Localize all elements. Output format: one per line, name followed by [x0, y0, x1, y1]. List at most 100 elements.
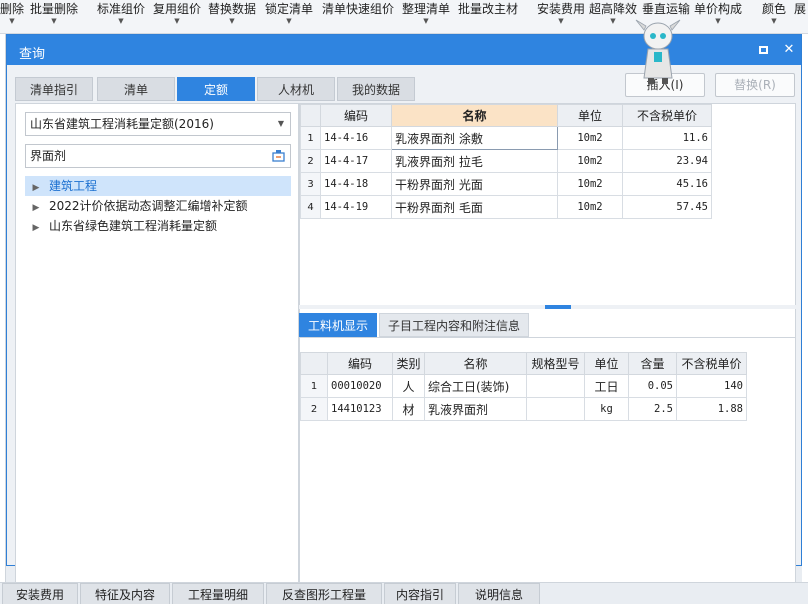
tab-content-guide[interactable]: 内容指引: [384, 583, 456, 604]
tab-list[interactable]: 清单: [97, 77, 175, 101]
tab-labor-material-display[interactable]: 工料机显示: [299, 313, 377, 337]
chevron-down-icon: ▼: [9, 17, 15, 25]
tab-labor-material-machine[interactable]: 人材机: [257, 77, 335, 101]
quota-price[interactable]: 57.45: [622, 195, 712, 219]
maximize-icon[interactable]: [759, 46, 768, 54]
ribbon-organize-list-button[interactable]: 整理清单 ▼: [402, 0, 450, 25]
quota-price[interactable]: 11.6: [622, 126, 712, 150]
chevron-down-icon: ▼: [118, 17, 124, 25]
chevron-right-icon[interactable]: ▶: [29, 218, 43, 238]
column-header[interactable]: 编码: [320, 104, 392, 127]
query-dialog: 查询 ✕ 清单指引 清单 定额 人材机 我的数据 插入(I) 替换(R) 山东省…: [6, 34, 802, 593]
tab-work-content-notes[interactable]: 子目工程内容和附注信息: [379, 313, 529, 337]
column-header[interactable]: 不含税单价: [676, 352, 747, 375]
tree-item-green-building[interactable]: ▶ 山东省绿色建筑工程消耗量定额: [25, 216, 291, 236]
material-price[interactable]: 1.88: [676, 397, 747, 421]
quota-name[interactable]: 干粉界面剂 光面: [391, 172, 558, 196]
quota-unit[interactable]: 10m2: [557, 195, 623, 219]
quota-name[interactable]: 干粉界面剂 毛面: [391, 195, 558, 219]
ribbon-install-fee-button[interactable]: 安装费用 ▼: [537, 0, 585, 25]
column-header[interactable]: 规格型号: [526, 352, 585, 375]
tab-features-content[interactable]: 特征及内容: [80, 583, 170, 604]
row-index: 1: [300, 126, 321, 150]
column-header: [300, 352, 328, 375]
tab-install-fee[interactable]: 安装费用: [2, 583, 78, 604]
column-header[interactable]: 编码: [327, 352, 393, 375]
material-code[interactable]: 14410123: [327, 397, 393, 421]
chevron-down-icon: ▼: [277, 119, 284, 128]
table-row[interactable]: 2 14-4-17 乳液界面剂 拉毛 10m2 23.94: [300, 149, 712, 173]
quota-unit[interactable]: 10m2: [557, 172, 623, 196]
splitter-handle[interactable]: [545, 305, 571, 309]
labor-material-grid: 编码 类别 名称 规格型号 单位 含量 不含税单价 1 00010020 人 综…: [299, 337, 796, 589]
table-row[interactable]: 2 14410123 材 乳液界面剂 kg 2.5 1.88: [300, 397, 747, 421]
ribbon-delete-button[interactable]: 删除 ▼: [0, 0, 24, 25]
ribbon-expand-button[interactable]: 展: [794, 0, 806, 17]
chevron-down-icon: ▼: [423, 17, 429, 25]
quota-code[interactable]: 14-4-19: [320, 195, 392, 219]
ribbon-high-efficiency-button[interactable]: 超高降效 ▼: [589, 0, 637, 25]
panel-splitter[interactable]: [299, 305, 796, 309]
column-header[interactable]: 单位: [557, 104, 623, 127]
ribbon-replace-data-button[interactable]: 替换数据 ▼: [208, 0, 256, 25]
ribbon-standard-pricing-button[interactable]: 标准组价 ▼: [97, 0, 145, 25]
quota-price[interactable]: 23.94: [622, 149, 712, 173]
ribbon-batch-material-button[interactable]: 批量改主材: [458, 0, 518, 17]
search-icon[interactable]: [272, 149, 285, 162]
chevron-down-icon: ▼: [286, 17, 292, 25]
quota-unit[interactable]: 10m2: [557, 149, 623, 173]
ribbon-lock-list-button[interactable]: 锁定清单 ▼: [265, 0, 313, 25]
table-row[interactable]: 1 00010020 人 综合工日(装饰) 工日 0.05 140: [300, 374, 747, 398]
material-quantity[interactable]: 2.5: [628, 397, 677, 421]
column-header[interactable]: 名称: [391, 104, 558, 127]
close-icon[interactable]: ✕: [781, 42, 797, 58]
ribbon-quick-pricing-button[interactable]: 清单快速组价: [322, 0, 394, 17]
tab-reverse-graphic-quantity[interactable]: 反查图形工程量: [266, 583, 382, 604]
material-unit[interactable]: kg: [584, 397, 629, 421]
assistant-mascot-icon[interactable]: [628, 16, 688, 86]
replace-button[interactable]: 替换(R): [715, 73, 795, 97]
quota-unit[interactable]: 10m2: [557, 126, 623, 150]
material-type[interactable]: 人: [392, 374, 425, 398]
material-spec[interactable]: [526, 397, 585, 421]
tab-list-guide[interactable]: 清单指引: [15, 77, 93, 101]
tab-my-data[interactable]: 我的数据: [337, 77, 415, 101]
material-code[interactable]: 00010020: [327, 374, 393, 398]
table-row[interactable]: 3 14-4-18 干粉界面剂 光面 10m2 45.16: [300, 172, 712, 196]
ribbon-vertical-transport-button[interactable]: 垂直运输: [642, 0, 690, 17]
column-header[interactable]: 名称: [424, 352, 527, 375]
quota-code[interactable]: 14-4-18: [320, 172, 392, 196]
column-header[interactable]: 不含税单价: [622, 104, 712, 127]
column-header[interactable]: 单位: [584, 352, 629, 375]
search-input[interactable]: 界面剂: [25, 144, 291, 168]
material-price[interactable]: 140: [676, 374, 747, 398]
quota-name[interactable]: 乳液界面剂 涂敷: [391, 126, 558, 150]
ribbon-unit-price-button[interactable]: 单价构成 ▼: [694, 0, 742, 25]
ribbon-reuse-pricing-button[interactable]: 复用组价 ▼: [153, 0, 201, 25]
column-header[interactable]: 含量: [628, 352, 677, 375]
quota-name[interactable]: 乳液界面剂 拉毛: [391, 149, 558, 173]
chevron-right-icon[interactable]: ▶: [29, 178, 43, 198]
tab-description-info[interactable]: 说明信息: [458, 583, 540, 604]
quota-code[interactable]: 14-4-17: [320, 149, 392, 173]
material-spec[interactable]: [526, 374, 585, 398]
tab-quota[interactable]: 定额: [177, 77, 255, 101]
column-header[interactable]: 类别: [392, 352, 425, 375]
ribbon-batch-delete-button[interactable]: 批量删除 ▼: [30, 0, 78, 25]
material-unit[interactable]: 工日: [584, 374, 629, 398]
chevron-right-icon[interactable]: ▶: [29, 198, 43, 218]
tree-item-building[interactable]: ▶ 建筑工程: [25, 176, 291, 196]
ribbon-color-button[interactable]: 颜色 ▼: [762, 0, 786, 25]
material-name[interactable]: 综合工日(装饰): [424, 374, 527, 398]
material-name[interactable]: 乳液界面剂: [424, 397, 527, 421]
tab-quantity-details[interactable]: 工程量明细: [172, 583, 264, 604]
quota-library-select[interactable]: 山东省建筑工程消耗量定额(2016) ▼: [25, 112, 291, 136]
quota-price[interactable]: 45.16: [622, 172, 712, 196]
material-quantity[interactable]: 0.05: [628, 374, 677, 398]
table-row[interactable]: 1 14-4-16 乳液界面剂 涂敷 10m2 11.6: [300, 126, 712, 150]
tree-item-2022-supplement[interactable]: ▶ 2022计价依据动态调整汇编增补定额: [25, 196, 291, 216]
chevron-down-icon: ▼: [610, 17, 616, 25]
quota-code[interactable]: 14-4-16: [320, 126, 392, 150]
material-type[interactable]: 材: [392, 397, 425, 421]
table-row[interactable]: 4 14-4-19 干粉界面剂 毛面 10m2 57.45: [300, 195, 712, 219]
